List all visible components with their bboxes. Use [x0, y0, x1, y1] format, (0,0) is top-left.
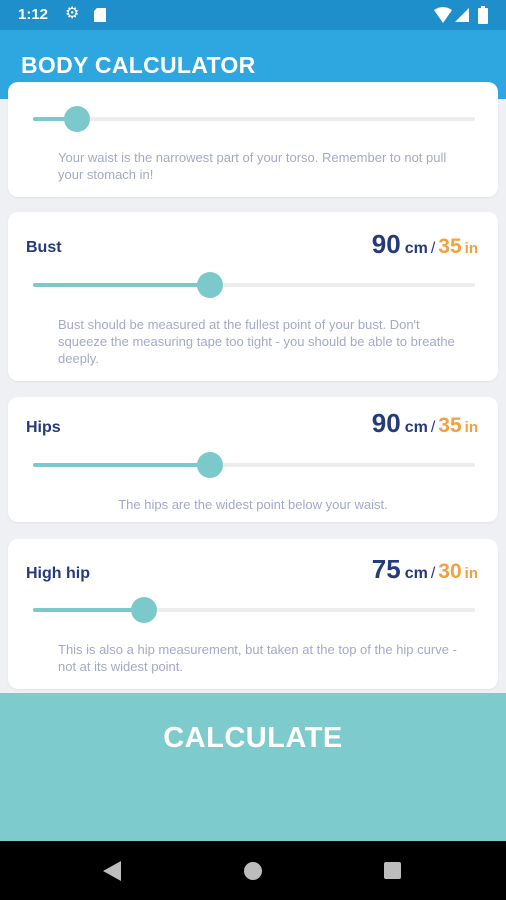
in-unit: in [464, 240, 478, 257]
high-hip-label: High hip [26, 565, 90, 582]
battery-icon [478, 6, 488, 24]
measurement-card-high-hip: High hip 75 cm/30 in This is also a hip me… [8, 539, 498, 689]
wifi-icon [434, 7, 452, 23]
measurement-card-bust: Bust 90 cm/35 in Bust should be measured a… [8, 212, 498, 381]
cm-unit: cm [404, 419, 428, 436]
hips-slider[interactable] [33, 452, 475, 478]
calculate-area: CALCULATE [0, 693, 506, 841]
bust-hint: Bust should be measured at the fullest p… [58, 317, 455, 366]
page-title: BODY CALCULATOR [21, 52, 256, 78]
hips-in-value: 35 [438, 414, 462, 437]
high-hip-cm-value: 75 [371, 554, 401, 584]
slider-fill [33, 463, 210, 467]
home-icon[interactable] [244, 862, 262, 880]
slider-thumb[interactable] [130, 597, 157, 623]
in-unit: in [464, 565, 478, 582]
measurement-card-waist: Your waist is the narrowest part of your… [8, 82, 498, 197]
status-bar: 1:12 ⚙ [0, 0, 506, 30]
slider-thumb[interactable] [196, 452, 223, 478]
high-hip-slider[interactable] [33, 597, 475, 623]
signal-icon [455, 8, 469, 22]
bust-slider[interactable] [33, 272, 475, 298]
waist-slider[interactable] [33, 106, 475, 132]
sd-card-icon [94, 8, 106, 22]
back-icon[interactable] [102, 860, 122, 882]
cm-unit: cm [404, 240, 428, 257]
bust-in-value: 35 [438, 235, 462, 258]
high-hip-value: 75 cm/30 in [372, 554, 478, 585]
unit-separator: / [430, 419, 436, 436]
high-hip-hint: This is also a hip measurement, but take… [58, 642, 457, 674]
bust-value: 90 cm/35 in [372, 229, 478, 260]
bust-cm-value: 90 [371, 229, 401, 259]
cm-unit: cm [404, 565, 428, 582]
bust-label: Bust [26, 239, 62, 256]
gear-icon: ⚙ [65, 5, 80, 22]
hips-hint: The hips are the widest point below your… [118, 497, 388, 512]
navigation-bar [0, 841, 506, 900]
calculate-button[interactable]: CALCULATE [0, 693, 506, 783]
unit-separator: / [430, 565, 436, 582]
unit-separator: / [430, 240, 436, 257]
slider-fill [33, 283, 210, 287]
in-unit: in [464, 419, 478, 436]
slider-thumb[interactable] [196, 272, 223, 298]
slider-thumb[interactable] [64, 106, 91, 132]
hips-cm-value: 90 [371, 408, 401, 438]
high-hip-in-value: 30 [438, 560, 462, 583]
status-time: 1:12 [18, 6, 49, 23]
slider-fill [33, 608, 144, 612]
waist-hint: Your waist is the narrowest part of your… [58, 150, 447, 182]
recent-apps-icon[interactable] [384, 862, 401, 879]
measurement-card-hips: Hips 90 cm/35 in The hips are the widest p… [8, 397, 498, 522]
hips-value: 90 cm/35 in [372, 408, 478, 439]
hips-label: Hips [26, 419, 61, 436]
